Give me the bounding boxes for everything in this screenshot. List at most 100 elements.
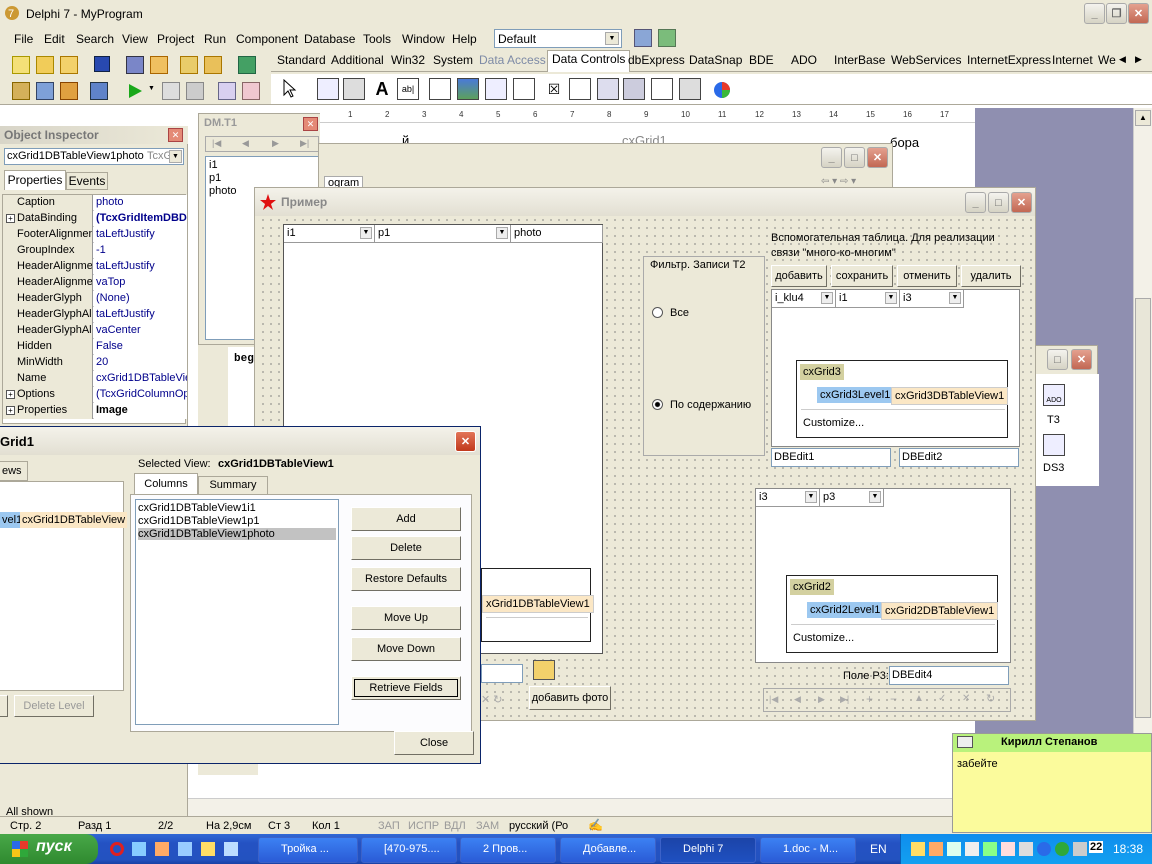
grid2-view[interactable]: cxGrid2DBTableView1 (881, 602, 999, 620)
quicklaunch-icon[interactable] (201, 842, 215, 856)
dbmemo-icon[interactable] (429, 78, 451, 100)
tray-icon[interactable] (911, 842, 925, 856)
tray-icon[interactable] (1001, 842, 1015, 856)
editor-maximize-button[interactable]: □ (844, 147, 865, 168)
nav-post-icon[interactable]: ✓ (938, 693, 946, 704)
open-icon[interactable] (60, 56, 78, 74)
tab-standard[interactable]: Standard (273, 52, 330, 71)
property-value[interactable]: vaCenter (94, 323, 187, 339)
save-all-icon[interactable] (126, 56, 144, 74)
property-row[interactable]: DataBinding (TcxGridItemDBD + (3, 211, 187, 227)
task-doc[interactable]: 1.doc - M... (760, 837, 856, 863)
remove-file-icon[interactable] (204, 56, 222, 74)
nav-next-icon[interactable]: ▶ (818, 694, 825, 705)
move-down-button[interactable]: Move Down (351, 637, 461, 661)
new-icon[interactable] (12, 56, 30, 74)
language-indicator[interactable]: EN (870, 842, 887, 856)
trace-line-icon[interactable] (242, 82, 260, 100)
add-photo-button[interactable]: добавить фото (529, 686, 611, 710)
tab-win32[interactable]: Win32 (387, 52, 429, 71)
tray-icon[interactable] (1073, 842, 1087, 856)
radio-all[interactable] (652, 307, 663, 318)
editor-close-button[interactable]: ✕ (867, 147, 888, 168)
tray-icon[interactable] (1019, 842, 1033, 856)
list-item[interactable]: cxGrid1DBTableView1i1 (138, 502, 336, 514)
close-button[interactable]: ✕ (1128, 3, 1149, 24)
unnamed-button[interactable] (0, 695, 8, 717)
grid3-level[interactable]: cxGrid3Level1 (817, 387, 894, 403)
property-row[interactable]: HeaderGlyphAl taLeftJustify (3, 307, 187, 323)
dbctrlgrid-icon[interactable] (679, 78, 701, 100)
tab-system[interactable]: System (429, 52, 477, 71)
open-project-icon[interactable] (150, 56, 168, 74)
menu-project[interactable]: Project (157, 32, 194, 46)
chevron-down-icon[interactable]: ▼ (885, 292, 897, 304)
run-icon[interactable] (126, 82, 144, 100)
menu-edit[interactable]: Edit (44, 32, 65, 46)
dbchart-icon[interactable] (713, 81, 731, 99)
list-item[interactable]: cxGrid1DBTableView1p1 (138, 515, 336, 527)
oi-tab-events[interactable]: Events (66, 172, 108, 190)
tray-icon[interactable] (1055, 842, 1069, 856)
quicklaunch-icon[interactable] (132, 842, 146, 856)
dbgrid-icon[interactable] (317, 78, 339, 100)
aux-grid[interactable]: i_klu4 ▼ i1 ▼ i3 ▼ cxGrid3 cxGrid3Level1 cx… (771, 289, 1020, 447)
close-button[interactable]: Close (394, 731, 474, 755)
pointer-icon[interactable] (281, 79, 299, 99)
new-form-icon[interactable] (90, 82, 108, 100)
property-row[interactable]: HeaderAlignme vaTop (3, 275, 187, 291)
desktop-set-icon[interactable] (658, 29, 676, 47)
chevron-down-icon[interactable]: ▼ (496, 227, 508, 239)
word-scrollbar[interactable]: ▲ (1133, 108, 1152, 798)
menu-help[interactable]: Help (452, 32, 477, 46)
form-maximize-button[interactable]: □ (988, 192, 1009, 213)
tab-ado[interactable]: ADO (787, 52, 821, 71)
dblookupcombobox-icon[interactable] (623, 78, 645, 100)
tray-icon[interactable] (947, 842, 961, 856)
scroll-up-icon[interactable]: ▲ (1135, 110, 1151, 126)
tab-bde[interactable]: BDE (745, 52, 778, 71)
dblistbox-icon[interactable] (485, 78, 507, 100)
menu-file[interactable]: File (14, 32, 33, 46)
tab-internetexpress[interactable]: InternetExpress (963, 52, 1055, 71)
tray-counter[interactable]: 22 (1089, 841, 1104, 853)
tray-icon[interactable] (983, 842, 997, 856)
nav-refresh-icon[interactable]: ↻ (986, 692, 995, 705)
tab-we[interactable]: We (1094, 52, 1120, 71)
view-unit-icon[interactable] (12, 82, 30, 100)
task-dobavle[interactable]: Добавле... (560, 837, 656, 863)
nav-next-icon[interactable]: ▶ (272, 138, 279, 149)
oi-tab-properties[interactable]: Properties (4, 170, 66, 190)
property-row[interactable]: FooterAlignmen taLeftJustify (3, 227, 187, 243)
grid2-customize[interactable]: Customize... (793, 632, 854, 644)
desktop-save-icon[interactable] (634, 29, 652, 47)
oi-object-selector[interactable]: cxGrid1DBTableView1photo TcxG ▼ (4, 148, 184, 165)
grid1-view[interactable]: xGrid1DBTableView1 (482, 595, 594, 613)
grid2-caption[interactable]: cxGrid2 (790, 579, 834, 595)
tray-icon[interactable] (929, 842, 943, 856)
task-470[interactable]: [470-975.... (361, 837, 457, 863)
tab-data-access[interactable]: Data Access (475, 52, 550, 71)
tab-summary[interactable]: Summary (198, 476, 268, 495)
property-value[interactable]: Image (94, 403, 187, 419)
grid3-customize[interactable]: Customize... (803, 417, 864, 429)
dbcheckbox-icon[interactable]: ☒ (543, 78, 565, 100)
list-item[interactable]: i1 (209, 159, 218, 171)
oi-close-button[interactable]: ✕ (168, 128, 183, 142)
dbedit-icon[interactable]: ab| (397, 78, 419, 100)
tray-icon[interactable] (1037, 842, 1051, 856)
tab-webservices[interactable]: WebServices (887, 52, 965, 71)
nav-last-icon[interactable]: ▶| (840, 694, 849, 705)
chevron-down-icon[interactable]: ▼ (949, 292, 961, 304)
grid3-caption[interactable]: cxGrid3 (800, 364, 844, 380)
list-item[interactable]: photo (209, 185, 237, 197)
move-up-button[interactable]: Move Up (351, 606, 461, 630)
property-value[interactable]: cxGrid1DBTableVie (94, 371, 187, 387)
nav-partial-icon[interactable]: ✕ ↻ (481, 693, 503, 706)
start-button[interactable]: пуск (0, 834, 98, 864)
radio-content[interactable] (652, 399, 663, 410)
property-value[interactable]: (TcxGridItemDBD (94, 211, 187, 227)
nav-prior-icon[interactable]: ◀ (242, 138, 249, 149)
nav-cancel-icon[interactable]: ✕ (962, 693, 970, 704)
quicklaunch-icon[interactable] (178, 842, 192, 856)
